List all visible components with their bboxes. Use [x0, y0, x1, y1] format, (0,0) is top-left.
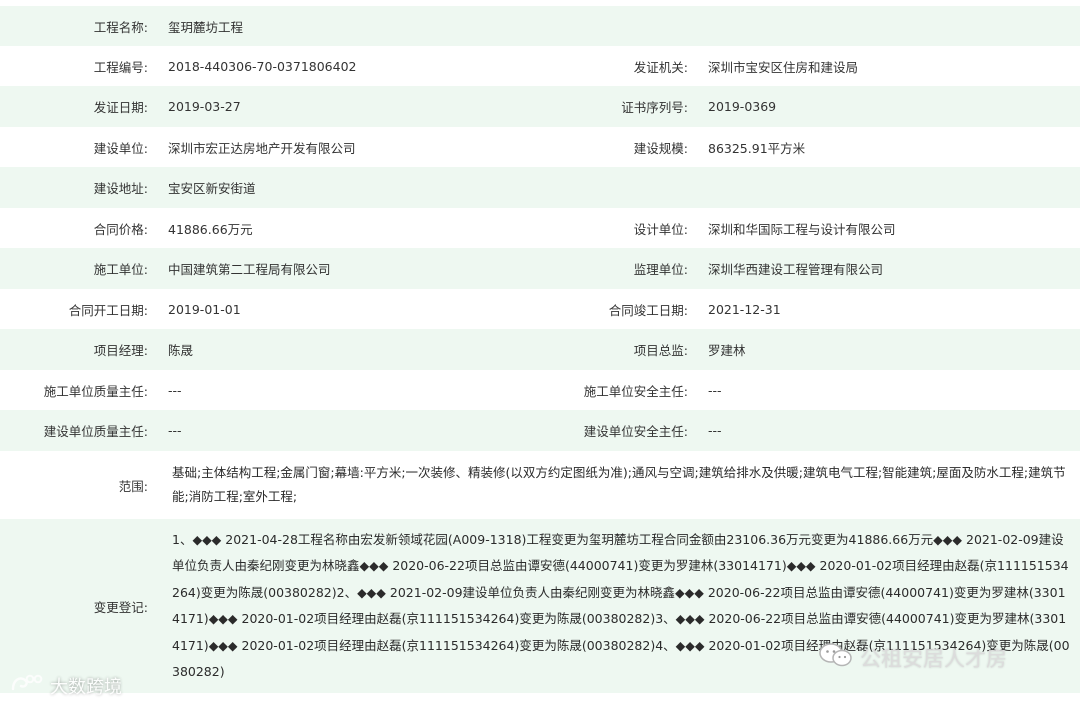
value-contractor-quality-supervisor: ---: [168, 382, 182, 398]
label-empty-0: [556, 6, 700, 46]
value-design-unit: 深圳和华国际工程与设计有限公司: [708, 221, 896, 237]
value-issue-date: 2019-03-27: [168, 99, 241, 114]
value-construction-unit: 深圳市宏正达房地产开发有限公司: [168, 140, 356, 156]
value-contract-start-date: 2019-01-01: [168, 301, 241, 317]
label-issuing-authority: 发证机关:: [633, 59, 688, 75]
label-contractor: 施工单位:: [93, 262, 148, 277]
info-row-contractor: 施工单位: 中国建筑第二工程局有限公司 监理单位: 深圳华西建设工程管理有限公司: [0, 248, 1080, 289]
label-contractor-quality-supervisor: 施工单位质量主任:: [43, 383, 148, 399]
label-certificate-serial: 证书序列号:: [621, 100, 688, 115]
label-construction-address: 建设地址:: [93, 181, 148, 196]
watermark-right: 公租安居人才房: [818, 642, 1007, 673]
value-supervision-unit: 深圳华西建设工程管理有限公司: [708, 262, 884, 277]
value-contractor-safety-supervisor: ---: [708, 382, 722, 398]
brand-logo-icon: [10, 672, 44, 699]
value-issuing-authority: 深圳市宝安区住房和建设局: [708, 59, 859, 75]
info-row-contract-dates: 合同开工日期: 2019-01-01 合同竣工日期: 2021-12-31: [0, 289, 1080, 329]
label-supervision-unit: 监理单位:: [633, 262, 688, 277]
info-row-managers: 项目经理: 陈晟 项目总监: 罗建林: [0, 329, 1080, 370]
value-contract-end-date: 2021-12-31: [708, 301, 781, 317]
value-empty-4: [700, 167, 1080, 208]
label-owner-safety-supervisor: 建设单位安全主任:: [583, 424, 688, 439]
info-row-contract-price: 合同价格: 41886.66万元 设计单位: 深圳和华国际工程与设计有限公司: [0, 208, 1080, 248]
info-row-scope: 范围: 基础;主体结构工程;金属门窗;幕墙:平方米;一次装修、精装修(以双方约定…: [0, 451, 1080, 519]
value-scope: 基础;主体结构工程;金属门窗;幕墙:平方米;一次装修、精装修(以双方约定图纸为准…: [172, 465, 1066, 504]
label-contract-start-date: 合同开工日期:: [68, 302, 148, 318]
label-contractor-safety-supervisor: 施工单位安全主任:: [583, 383, 688, 399]
value-project-manager: 陈晟: [168, 343, 194, 358]
label-project-manager: 项目经理:: [93, 343, 148, 358]
label-owner-quality-supervisor: 建设单位质量主任:: [43, 424, 148, 439]
info-row-construction-unit: 建设单位: 深圳市宏正达房地产开发有限公司 建设规模: 86325.91平方米: [0, 127, 1080, 167]
info-row-project-name: 工程名称: 玺玥麓坊工程: [0, 6, 1080, 46]
info-row-issue-date: 发证日期: 2019-03-27 证书序列号: 2019-0369: [0, 86, 1080, 127]
value-project-number: 2018-440306-70-0371806402: [168, 58, 357, 74]
label-construction-unit: 建设单位:: [93, 140, 148, 156]
project-info-table: 工程名称: 玺玥麓坊工程 工程编号: 2018-440306-70-037180…: [0, 6, 1080, 693]
value-owner-safety-supervisor: ---: [708, 423, 722, 438]
label-change-registration: 变更登记:: [93, 599, 148, 615]
value-construction-scale: 86325.91平方米: [708, 140, 806, 156]
label-contract-end-date: 合同竣工日期:: [608, 302, 688, 318]
value-construction-address: 宝安区新安街道: [168, 181, 256, 196]
label-scope: 范围:: [118, 478, 148, 494]
value-project-name: 玺玥麓坊工程: [168, 19, 244, 35]
value-project-director: 罗建林: [708, 343, 746, 358]
label-design-unit: 设计单位:: [633, 221, 688, 237]
label-contract-price: 合同价格:: [93, 221, 148, 237]
label-issue-date: 发证日期:: [93, 100, 148, 115]
watermark-left-text: 大数跨境: [50, 676, 122, 698]
label-project-name: 工程名称:: [93, 19, 148, 35]
value-scope-cell: 基础;主体结构工程;金属门窗;幕墙:平方米;一次装修、精装修(以双方约定图纸为准…: [160, 451, 1080, 519]
info-row-owner-supervisors: 建设单位质量主任: --- 建设单位安全主任: ---: [0, 410, 1080, 451]
label-empty-4: [556, 167, 700, 208]
value-certificate-serial: 2019-0369: [708, 99, 777, 114]
watermark-right-text: 公租安居人才房: [860, 646, 1007, 671]
info-row-project-number: 工程编号: 2018-440306-70-0371806402 发证机关: 深圳…: [0, 46, 1080, 86]
value-empty-0: [700, 6, 1080, 46]
value-owner-quality-supervisor: ---: [168, 423, 182, 438]
wechat-icon: [818, 642, 854, 673]
label-construction-scale: 建设规模:: [633, 140, 688, 156]
label-project-director: 项目总监:: [633, 343, 688, 358]
watermark-left: 大数跨境: [10, 672, 122, 699]
value-contractor: 中国建筑第二工程局有限公司: [168, 262, 331, 277]
info-row-contractor-supervisors: 施工单位质量主任: --- 施工单位安全主任: ---: [0, 370, 1080, 410]
info-row-construction-address: 建设地址: 宝安区新安街道: [0, 167, 1080, 208]
label-project-number: 工程编号:: [93, 59, 148, 75]
value-contract-price: 41886.66万元: [168, 221, 253, 237]
